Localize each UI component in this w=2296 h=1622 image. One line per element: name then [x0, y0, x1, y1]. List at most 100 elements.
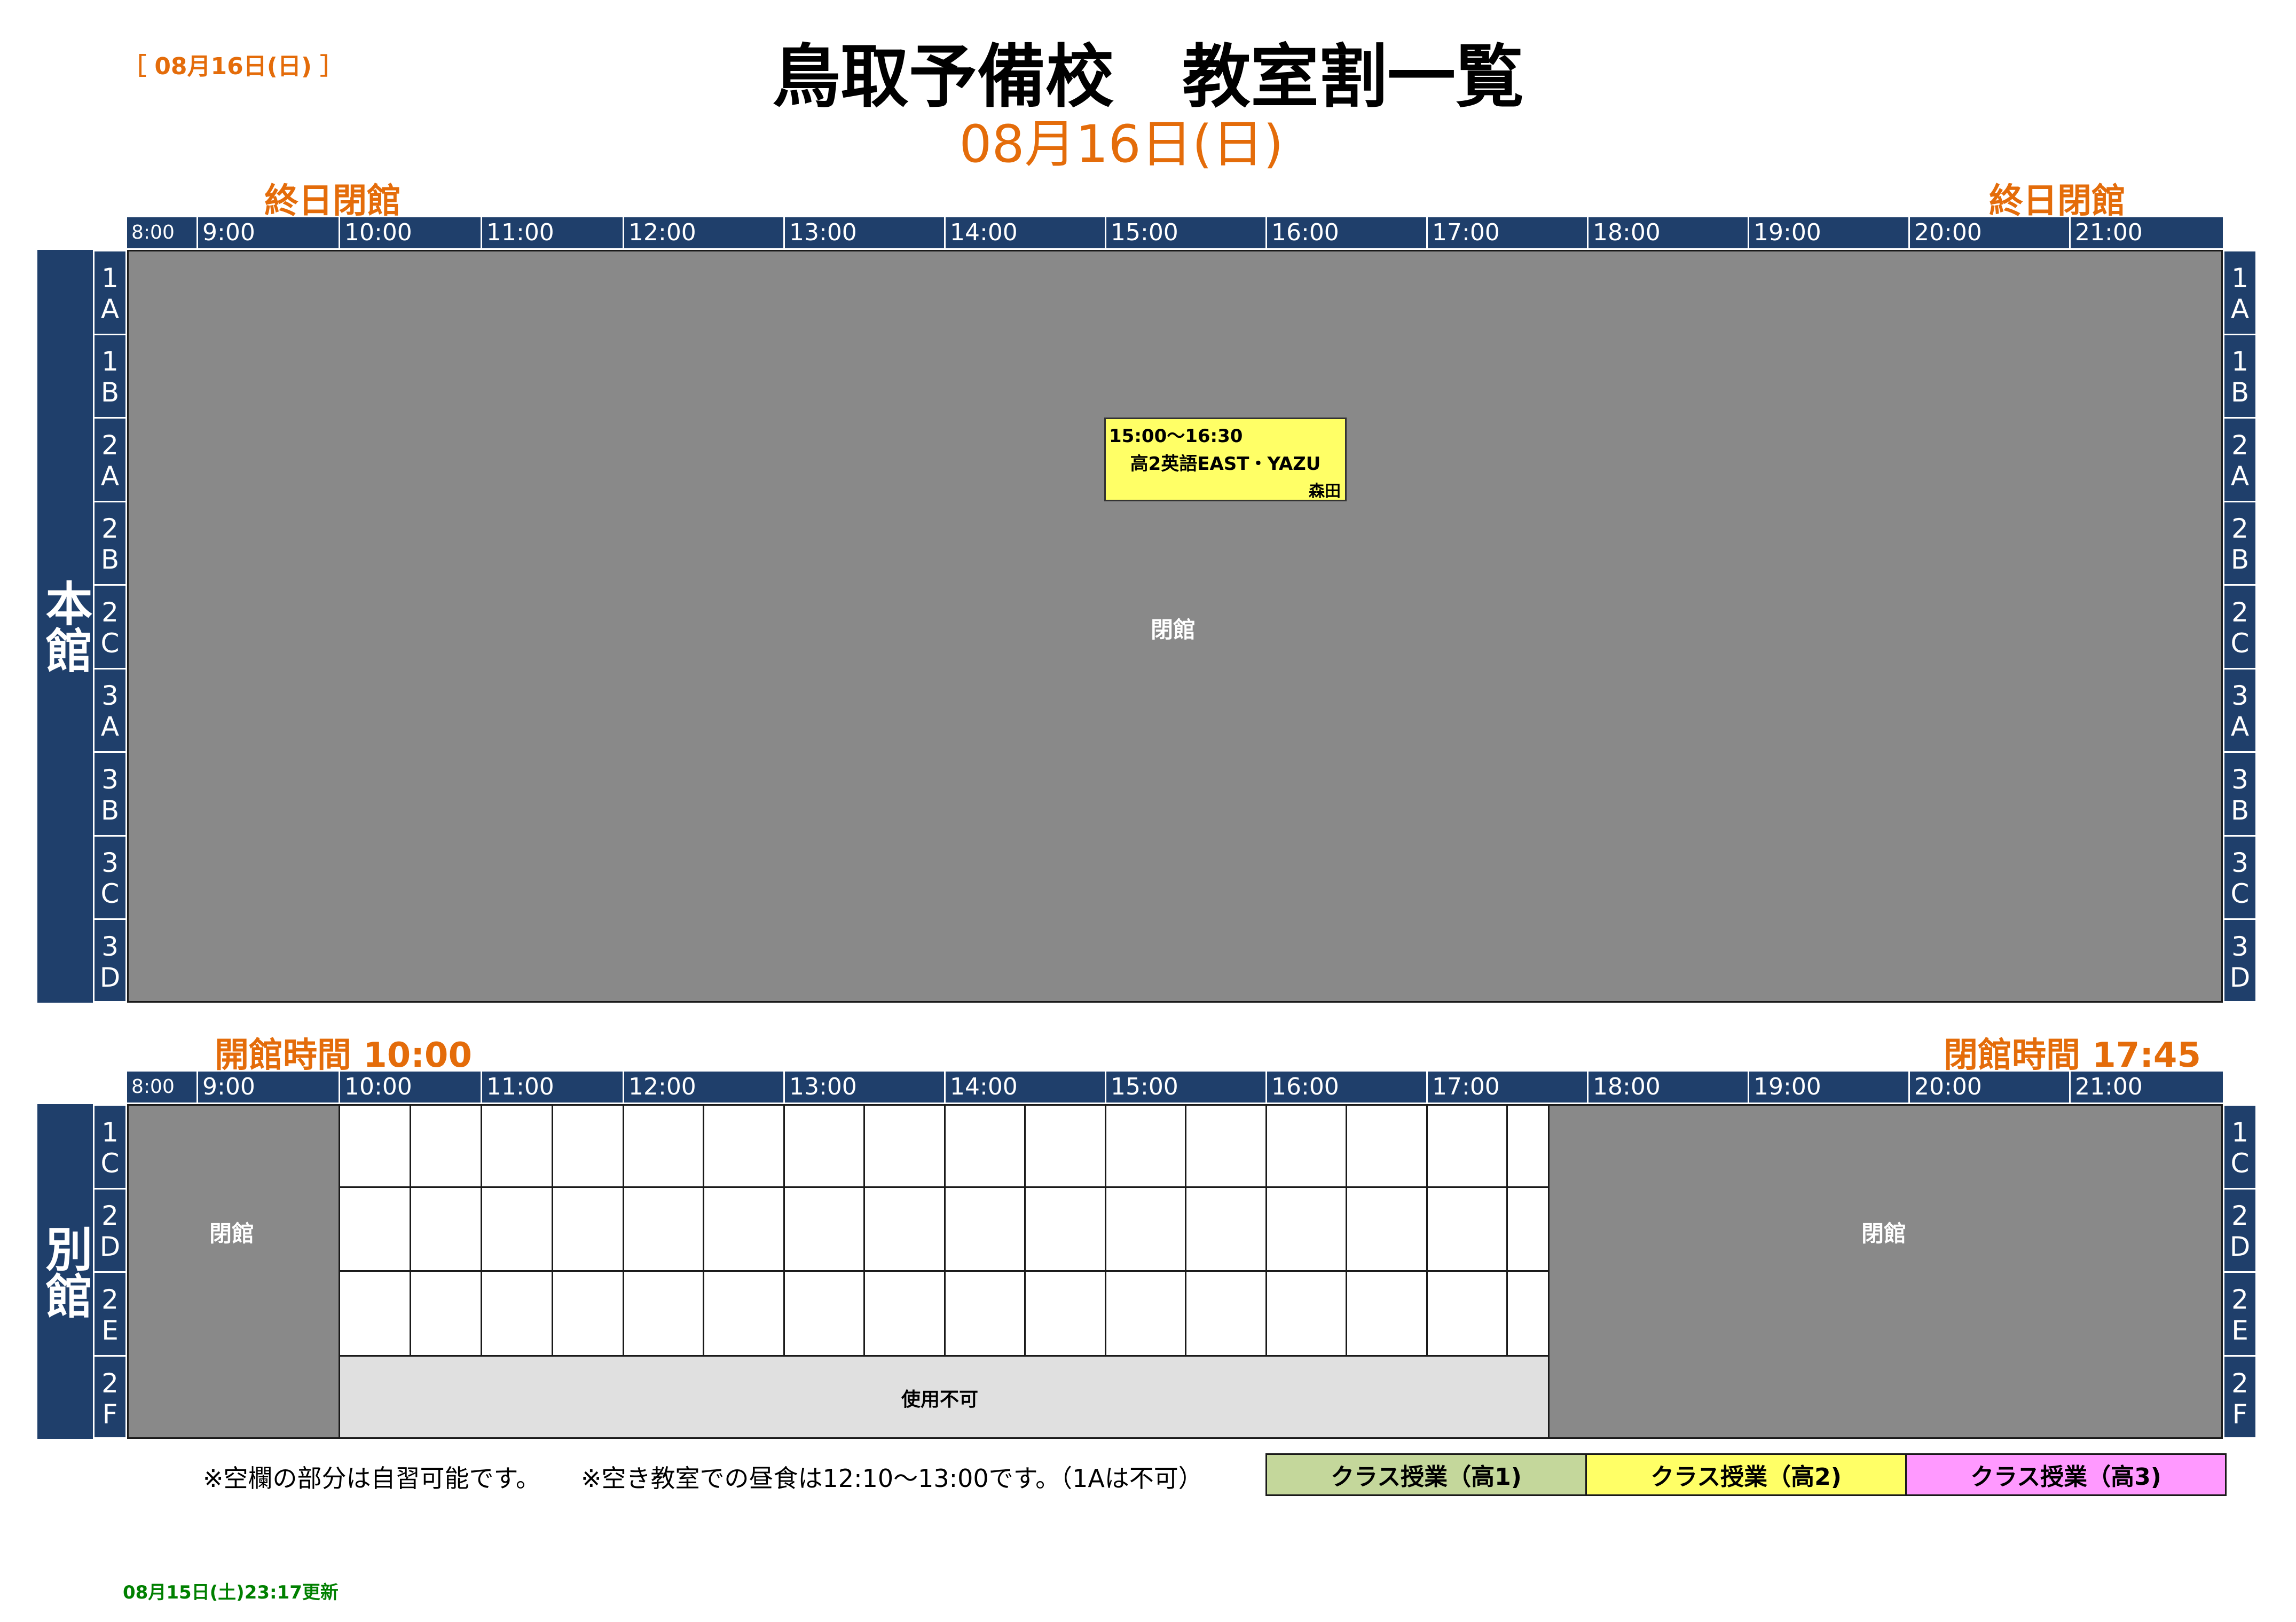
hour-label: 11:00	[481, 1072, 554, 1103]
room-label: 2D	[2224, 1188, 2255, 1273]
grid-line	[552, 1106, 553, 1355]
room-label: 1B	[2224, 334, 2255, 419]
main-time-header: 8:00 9:00 10:00 11:00 12:00 13:00 14:00 …	[127, 217, 2223, 248]
grid-line	[410, 1106, 411, 1355]
room-label: 3C	[95, 835, 125, 920]
hour-label: 19:00	[1748, 217, 1821, 248]
room-label: 3B	[95, 751, 125, 837]
page-subtitle-date: 08月16日(日)	[959, 114, 1284, 174]
annex-unavailable-text: 使用不可	[901, 1389, 979, 1411]
hour-label: 15:00	[1105, 1072, 1178, 1103]
grid-line	[339, 1106, 340, 1355]
hour-label: 20:00	[1908, 217, 1982, 248]
hour-label: 9:00	[196, 217, 255, 248]
hour-label: 18:00	[1587, 1072, 1661, 1103]
annex-building-name: 別館	[38, 1224, 93, 1319]
hour-label: 13:00	[783, 1072, 857, 1103]
hour-label: 10:00	[339, 1072, 412, 1103]
room-label: 3B	[2224, 751, 2255, 837]
hour-label: 17:00	[1426, 1072, 1500, 1103]
annex-close-time: 閉館時間 17:45	[1944, 1036, 2201, 1075]
grid-line	[1185, 1106, 1186, 1355]
annex-open-time: 開館時間 10:00	[215, 1036, 472, 1075]
main-closed-text: 閉館	[1151, 617, 1196, 643]
main-building-name: 本館	[38, 579, 93, 673]
legend-hs3: クラス授業（高3)	[1907, 1455, 2225, 1494]
annex-closed-right-text: 閉館	[1861, 1221, 1907, 1247]
class-time: 15:00～16:30	[1109, 426, 1243, 447]
annex-building-label: 別館	[37, 1104, 93, 1439]
grid-line	[1024, 1106, 1026, 1355]
hour-label: 19:00	[1748, 1072, 1821, 1103]
room-label: 1C	[2224, 1104, 2255, 1190]
grid-line	[481, 1106, 482, 1355]
grid-line	[1426, 1106, 1428, 1355]
main-status-left: 終日閉館	[264, 182, 401, 221]
class-name: 高2英語EAST・YAZU	[1130, 453, 1321, 475]
legend-hs3-label: クラス授業（高3)	[1970, 1463, 2161, 1491]
hour-label: 9:00	[196, 1072, 255, 1103]
annex-closed-left-text: 閉館	[209, 1221, 255, 1247]
hour-label: 16:00	[1265, 1072, 1339, 1103]
legend-hs2-label: クラス授業（高2)	[1650, 1463, 1842, 1491]
room-label: 2C	[95, 584, 125, 670]
class-teacher: 森田	[1309, 482, 1341, 501]
main-room-column-right: 1A 1B 2A 2B 2C 3A 3B 3C 3D	[2223, 250, 2257, 1003]
grid-line	[944, 1106, 946, 1355]
legend-hs2: クラス授業（高2)	[1587, 1455, 1907, 1494]
room-label: 2F	[95, 1355, 125, 1440]
grid-line	[623, 1106, 624, 1355]
hour-label: 12:00	[623, 217, 696, 248]
room-label: 1A	[2224, 250, 2255, 335]
room-label: 3A	[2224, 668, 2255, 753]
hour-label: 15:00	[1105, 217, 1178, 248]
grid-line	[703, 1106, 704, 1355]
legend: クラス授業（高1) クラス授業（高2) クラス授業（高3)	[1265, 1453, 2227, 1496]
grid-line	[783, 1106, 785, 1355]
grid-line	[1346, 1106, 1347, 1355]
room-label: 2D	[95, 1188, 125, 1273]
hour-label: 18:00	[1587, 217, 1661, 248]
room-label: 2B	[2224, 501, 2255, 586]
room-label: 2C	[2224, 584, 2255, 670]
annex-time-header: 8:00 9:00 10:00 11:00 12:00 13:00 14:00 …	[127, 1072, 2223, 1103]
room-label: 1B	[95, 334, 125, 419]
hour-label: 14:00	[944, 217, 1018, 248]
grid-line	[1506, 1106, 1508, 1355]
hour-label: 8:00	[131, 1076, 175, 1098]
room-label: 2E	[2224, 1271, 2255, 1357]
hour-label: 8:00	[131, 222, 175, 243]
main-room-column-left: 1A 1B 2A 2B 2C 3A 3B 3C 3D	[93, 250, 127, 1003]
grid-line	[339, 1270, 1548, 1272]
hour-label: 12:00	[623, 1072, 696, 1103]
room-label: 3D	[2224, 918, 2255, 1004]
annex-closed-left	[129, 1106, 339, 1437]
room-label: 3D	[95, 918, 125, 1004]
hour-label: 10:00	[339, 217, 412, 248]
grid-line	[863, 1106, 865, 1355]
annex-closed-right	[1548, 1106, 2221, 1437]
grid-line	[339, 1186, 1548, 1188]
main-building-label: 本館	[37, 250, 93, 1003]
hour-label: 21:00	[2069, 1072, 2143, 1103]
room-label: 3A	[95, 668, 125, 753]
class-block-hs2-english[interactable]: 15:00～16:30 高2英語EAST・YAZU 森田	[1104, 418, 1347, 501]
room-label: 2B	[95, 501, 125, 586]
room-label: 2A	[95, 417, 125, 502]
annex-room-column-left: 1C 2D 2E 2F	[93, 1104, 127, 1439]
hour-label: 21:00	[2069, 217, 2143, 248]
hour-label: 20:00	[1908, 1072, 1982, 1103]
note-self-study: ※空欄の部分は自習可能です。	[203, 1464, 540, 1493]
last-updated: 08月15日(土)23:17更新	[123, 1582, 339, 1603]
legend-hs1: クラス授業（高1)	[1267, 1455, 1587, 1494]
hour-label: 11:00	[481, 217, 554, 248]
hour-label: 17:00	[1426, 217, 1500, 248]
page-title: 鳥取予備校 教室割一覧	[772, 37, 1524, 117]
main-status-right: 終日閉館	[1989, 182, 2126, 221]
legend-hs1-label: クラス授業（高1)	[1331, 1463, 1522, 1491]
note-lunch: ※空き教室での昼食は12:10～13:00です。（1Aは不可）	[581, 1464, 1203, 1493]
room-label: 3C	[2224, 835, 2255, 920]
room-label: 2F	[2224, 1355, 2255, 1440]
room-label: 2A	[2224, 417, 2255, 502]
grid-line	[1265, 1106, 1267, 1355]
